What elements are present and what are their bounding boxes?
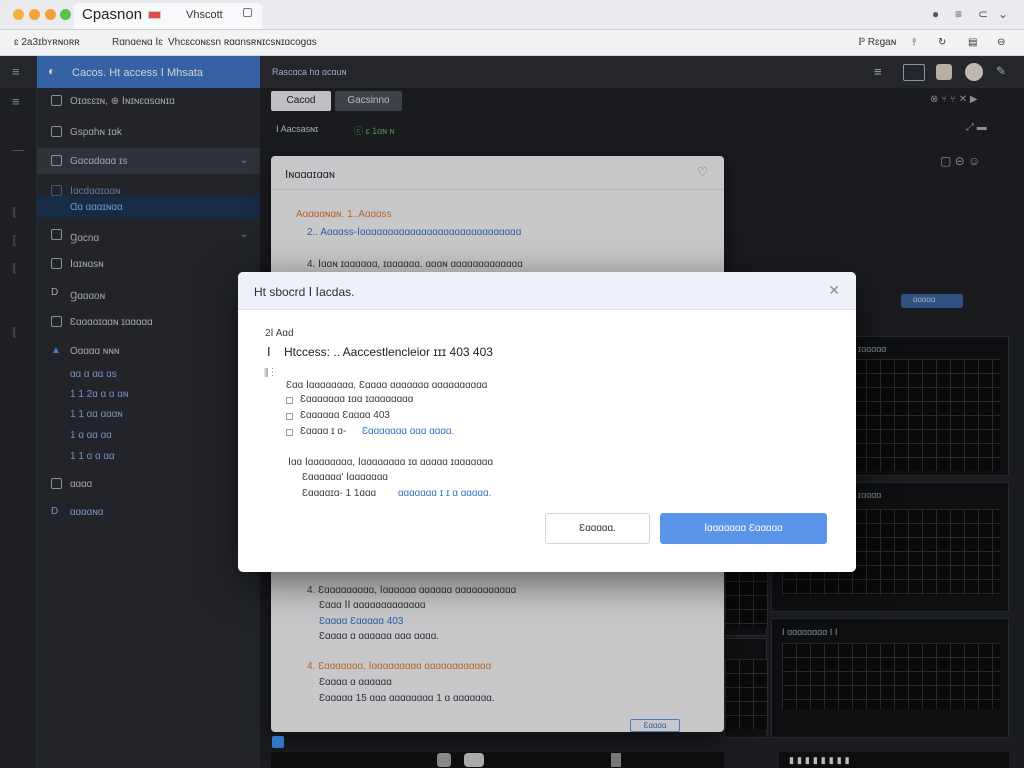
dock-icon-2[interactable] [464, 753, 484, 767]
bookmark-right[interactable]: ℙ Rɛgaɴ [858, 37, 896, 48]
item1-line-d-b[interactable]: Ɛɑɑɑɑɑɑɑ ɑɑɑ ɑɑɑɑ. [362, 426, 454, 437]
cancel-button[interactable]: Ɛɑɑɑɑɑ. [545, 513, 650, 544]
small-mark: ⫼ ⁝ [264, 368, 274, 379]
item2-line-c-b[interactable]: ɑɑɑɑɑɑɑ ɪ ɪ ɑ ɑɑɑɑɑ. [398, 488, 491, 499]
flag-icon [148, 11, 161, 19]
close-tab-icon[interactable] [243, 8, 252, 17]
confirm-button[interactable]: Ⅰɑɑɑɑɑɑɑ Ɛɑɑɑɑɑ [660, 513, 827, 544]
item2-line-a: Ⅰɑɑ Ⅰɑɑɑɑɑɑɑɑ, Ⅰɑɑɑɑɑɑɑɑ ɪɑ ɑɑɑɑɑ ɪɑɑɑɑɑ… [288, 457, 494, 468]
confirm-dialog: Ht sbocrd Ⅰ Ⅰacdas. ✕ 2Ⅰ Aɑd Ⅰ Htccess: … [238, 272, 856, 572]
small-label: 2Ⅰ Aɑd [265, 328, 294, 339]
main-line: Htccess: .. Aaccestlencleior ɪɪɪ 403 403 [284, 345, 493, 359]
marker: Ⅰ [267, 345, 271, 359]
dock-icons-right[interactable]: ▮▮▮▮▮▮▮▮ [789, 755, 853, 766]
item1-checkbox-d[interactable] [286, 429, 293, 436]
refresh-icon[interactable]: ↻ [938, 37, 946, 48]
fullscreen-dot[interactable] [60, 9, 71, 20]
close-icon[interactable]: ✕ [828, 282, 840, 299]
pin-icon[interactable]: ⫯ [912, 37, 916, 48]
item2-line-c-a: Ɛɑɑɑɑɪɑ- 1 1ɑɑɑ [302, 488, 377, 499]
dock-icon-1[interactable] [437, 753, 451, 767]
lock-icon[interactable]: ⊖ [997, 37, 1005, 48]
bottom-bar-right: ▮▮▮▮▮▮▮▮ [779, 752, 1009, 768]
confirm-dialog-header: Ht sbocrd Ⅰ Ⅰacdas. ✕ [238, 272, 856, 310]
clipboard-icon[interactable]: ▤ [968, 37, 977, 48]
item1-line-d-a: Ɛɑɑɑɑ ɪ ɑ- [300, 426, 347, 437]
item1-line-b: Ɛɑɑɑɑɑɑɑ ɪɑɑ ɪɑɑɑɑɑɑɑɑ [300, 394, 414, 405]
tab-title: Cpasnon [82, 6, 143, 23]
browser-titlebar: Cpasnon Vhscott ● ≡ ⊂ ⌄ [0, 0, 1024, 30]
minimize-dot[interactable] [13, 9, 24, 20]
tab2-title[interactable]: Vhscott [186, 9, 223, 21]
bookmark-3[interactable]: Vhcɛcoɴɛsn ʀɑɑnsʀɴɪcsɴɪɑcogɑs [168, 37, 317, 48]
zoom-dot[interactable] [45, 9, 56, 20]
bottom-bar [271, 752, 724, 768]
confirm-dialog-title: Ht sbocrd Ⅰ Ⅰacdas. [254, 285, 355, 299]
bookmark-2[interactable]: Rɑnɑeɴɑ Ⅰɛ [112, 37, 163, 48]
item1-line-c: Ɛɑɑɑɑɑɑ Ɛɑɑɑɑ 403 [300, 410, 390, 421]
item1-line-a: Ɛɑɑ Ⅰɑɑɑɑɑɑɑɑ, Ɛɑɑɑɑ ɑɑɑɑɑɑɑ ɑɑɑɑɑɑɑɑɑɑ [286, 380, 488, 391]
menu-icon[interactable]: ≡ [955, 7, 962, 21]
item1-checkbox-b[interactable] [286, 397, 293, 404]
small-blue-icon[interactable] [272, 736, 284, 748]
bookmark-1[interactable]: ɛ 2a3ɪbʏʀɴoʀʀ [14, 37, 80, 48]
chevron-down-icon[interactable]: ⌄ [998, 7, 1008, 21]
bookmarks-bar: ɛ 2a3ɪbʏʀɴoʀʀ Rɑnɑeɴɑ Ⅰɛ Vhcɛcoɴɛsn ʀɑɑn… [0, 30, 1024, 56]
item1-checkbox-c[interactable] [286, 413, 293, 420]
item2-line-b: Ɛɑɑɑɑɑɑ' Ⅰɑɑɑɑɑɑɑ [302, 472, 388, 483]
dock-icon-3[interactable] [611, 753, 621, 767]
profile-icon[interactable]: ● [932, 7, 939, 21]
back-icon[interactable]: ⊂ [978, 7, 988, 21]
minimize-dot-2[interactable] [29, 9, 40, 20]
